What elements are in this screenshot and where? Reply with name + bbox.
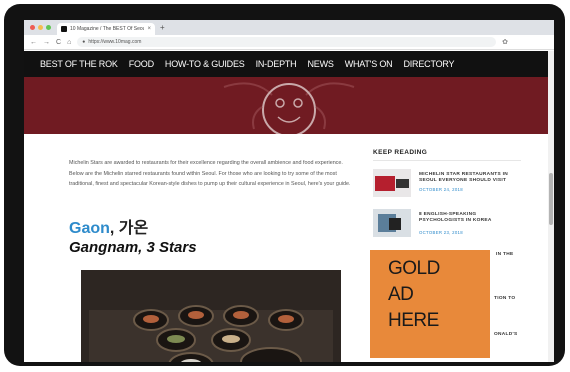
- nav-item-whats-on[interactable]: WHAT'S ON: [345, 59, 393, 69]
- article-thumbnail: [373, 169, 411, 197]
- nav-item-news[interactable]: NEWS: [307, 59, 333, 69]
- browser-toolbar: ← → C ⌂ ● https://www.10mag.com ✿: [24, 35, 554, 50]
- new-tab-button[interactable]: +: [155, 23, 170, 32]
- reload-icon[interactable]: C: [56, 39, 61, 46]
- tab-close-icon[interactable]: ×: [147, 26, 151, 32]
- restaurant-subheading: Gangnam, 3 Stars: [69, 239, 197, 256]
- url-text: https://www.10mag.com: [88, 39, 142, 45]
- related-article-title[interactable]: 8 ENGLISH-SPEAKING PSYCHOLOGISTS IN KORE…: [419, 212, 514, 224]
- restaurant-photo: [81, 270, 341, 362]
- ad-line-3: HERE: [388, 310, 439, 331]
- keep-reading-heading: KEEP READING: [373, 149, 521, 161]
- window-controls: [24, 25, 57, 30]
- page-scrollbar[interactable]: [548, 51, 554, 362]
- site-navigation: BEST OF THE ROK FOOD HOW-TO & GUIDES IN-…: [24, 51, 554, 77]
- back-icon[interactable]: ←: [30, 39, 37, 46]
- tab-bar: 10 Magazine / The BEST Of Seoul × +: [24, 20, 554, 35]
- scrollbar-thumb[interactable]: [549, 173, 553, 225]
- restaurant-heading: Gaon, 가온: [69, 214, 148, 238]
- related-article-4-title-fragment[interactable]: TION TO: [494, 296, 515, 301]
- browser-tab[interactable]: 10 Magazine / The BEST Of Seoul ×: [57, 23, 155, 35]
- food-dishes-image: [81, 270, 341, 362]
- hero-banner: [24, 77, 554, 134]
- article-thumbnail: [373, 209, 411, 237]
- restaurant-korean-name: , 가온: [109, 220, 149, 237]
- tab-title: 10 Magazine / The BEST Of Seoul: [70, 26, 145, 32]
- related-article-date: OCTOBER 23, 2018: [419, 230, 463, 235]
- home-icon[interactable]: ⌂: [67, 39, 71, 46]
- nav-item-best-of-the-rok[interactable]: BEST OF THE ROK: [40, 59, 118, 69]
- related-article-date: OCTOBER 24, 2018: [419, 187, 463, 192]
- favicon-icon: [61, 26, 67, 32]
- restaurant-name-link[interactable]: Gaon: [69, 220, 110, 237]
- ad-line-1: GOLD: [388, 258, 440, 279]
- article-intro: Michelin Stars are awarded to restaurant…: [69, 160, 351, 187]
- related-article-1[interactable]: MICHELIN STAR RESTAURANTS IN SEOUL EVERY…: [373, 169, 521, 203]
- related-article-title[interactable]: MICHELIN STAR RESTAURANTS IN SEOUL EVERY…: [419, 172, 514, 184]
- address-bar[interactable]: ● https://www.10mag.com: [77, 37, 497, 47]
- mascot-illustration: [223, 82, 355, 134]
- maximize-window-icon[interactable]: [46, 25, 51, 30]
- minimize-window-icon[interactable]: [38, 25, 43, 30]
- related-article-3-title-fragment[interactable]: IN THE: [496, 252, 514, 257]
- close-window-icon[interactable]: [30, 25, 35, 30]
- lock-icon: ●: [82, 39, 86, 45]
- nav-item-food[interactable]: FOOD: [129, 59, 154, 69]
- related-article-2[interactable]: 8 ENGLISH-SPEAKING PSYCHOLOGISTS IN KORE…: [373, 209, 521, 243]
- ad-placeholder[interactable]: GOLD AD HERE: [370, 250, 490, 358]
- device-frame: 10 Magazine / The BEST Of Seoul × + ← → …: [4, 4, 565, 366]
- browser-window: 10 Magazine / The BEST Of Seoul × + ← → …: [24, 20, 554, 362]
- nav-item-how-to-guides[interactable]: HOW-TO & GUIDES: [165, 59, 245, 69]
- extension-icon[interactable]: ✿: [502, 38, 508, 46]
- related-article-5-title-fragment[interactable]: ONALD'S: [494, 332, 518, 337]
- nav-item-directory[interactable]: DIRECTORY: [403, 59, 454, 69]
- nav-item-in-depth[interactable]: IN-DEPTH: [256, 59, 297, 69]
- forward-icon[interactable]: →: [43, 39, 50, 46]
- ad-line-2: AD: [388, 284, 414, 305]
